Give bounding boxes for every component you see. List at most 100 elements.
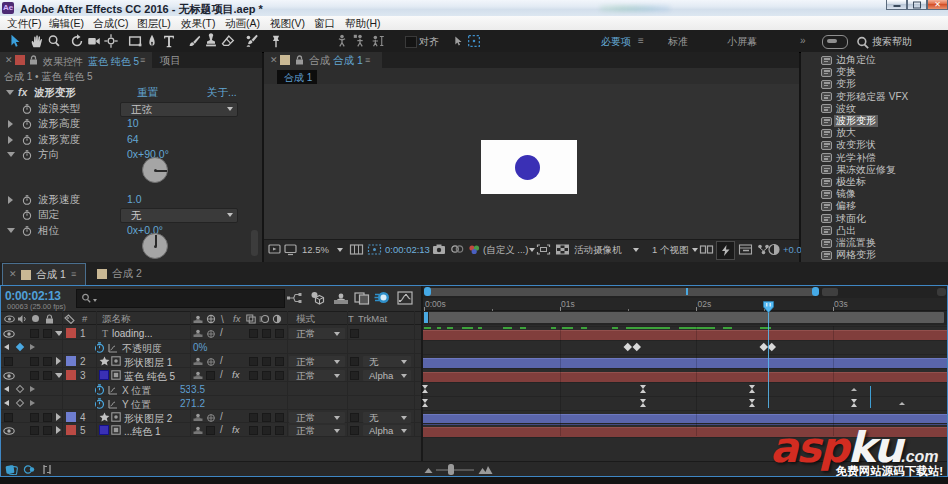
video-eye-icon[interactable] — [3, 427, 15, 435]
stopwatch-icon[interactable] — [22, 104, 32, 114]
workspace-overflow-chevron[interactable]: » — [800, 35, 806, 46]
menu-help[interactable]: 帮助(H) — [338, 16, 388, 30]
tab-effect-controls[interactable]: ✕ 效果控件 蓝色 纯色 5 ≡ — [0, 52, 152, 68]
pan-behind-tool[interactable] — [103, 32, 121, 50]
t-checkbox[interactable] — [350, 371, 359, 380]
motion-blur-cell[interactable] — [262, 426, 271, 435]
navigator-end-handle[interactable] — [812, 287, 819, 296]
help-search-label[interactable]: 搜索帮助 — [872, 35, 912, 49]
next-keyframe-arrow[interactable] — [30, 386, 35, 392]
wave-type-dropdown[interactable]: 正弦 — [120, 102, 238, 117]
roto-brush-tool[interactable] — [244, 32, 262, 50]
keyframe-indicator-off[interactable] — [16, 384, 24, 392]
pen-tool[interactable] — [144, 32, 162, 50]
expand-layer-icon[interactable] — [56, 413, 61, 421]
toggle-transfer-icon[interactable] — [23, 464, 36, 475]
zoom-tool[interactable] — [46, 32, 64, 50]
effect-item[interactable]: 边角定位 — [801, 54, 948, 66]
viewer-tab-comp1[interactable]: 合成 1 — [277, 70, 317, 84]
menu-edit[interactable]: 编辑(E) — [42, 16, 91, 30]
navigator-start-handle[interactable] — [424, 287, 431, 296]
zoom-slider-thumb[interactable] — [448, 464, 454, 475]
effect-item[interactable]: 网格变形 — [801, 249, 948, 261]
expand-icon[interactable] — [8, 196, 13, 204]
next-keyframe-arrow[interactable] — [30, 344, 35, 350]
shy-switch-icon[interactable] — [193, 371, 203, 380]
about-link[interactable]: 关于... — [207, 85, 237, 101]
channels-icon[interactable] — [467, 243, 481, 256]
effect-item[interactable]: 改变形状 — [801, 139, 948, 151]
pixel-aspect-icon[interactable] — [699, 243, 714, 256]
draft-3d-icon[interactable] — [309, 290, 326, 306]
shy-switch-icon[interactable] — [193, 413, 203, 422]
trkmat-dropdown[interactable]: 无 — [363, 356, 411, 367]
region-of-interest-icon[interactable] — [536, 243, 551, 256]
property-value[interactable]: 10 — [127, 116, 139, 132]
close-button[interactable]: ✕ — [927, 0, 948, 10]
prev-keyframe-arrow[interactable] — [4, 400, 9, 406]
keyframe-hourglass[interactable] — [422, 403, 428, 407]
quality-switch[interactable]: / — [220, 369, 223, 380]
phase-dial[interactable] — [142, 233, 168, 259]
menu-layer[interactable]: 图层(L) — [130, 16, 178, 30]
frame-blending-icon[interactable] — [354, 291, 370, 305]
layer-row[interactable]: 1Tloading.../正常 — [0, 326, 421, 340]
keyframe-hourglass[interactable] — [749, 403, 755, 407]
selection-tool[interactable] — [7, 32, 25, 50]
grid-guides-icon[interactable] — [349, 243, 364, 256]
effect-item[interactable]: 极坐标 — [801, 176, 948, 188]
effect-item[interactable]: 凸出 — [801, 225, 948, 237]
source-name-column[interactable]: 源名称 — [102, 313, 131, 326]
panel-menu-icon[interactable]: ≡ — [71, 269, 76, 279]
video-eye-icon[interactable] — [3, 330, 15, 338]
composition-viewer[interactable] — [264, 84, 799, 240]
effect-item[interactable]: 变换 — [801, 66, 948, 78]
layer-label-swatch[interactable] — [66, 328, 76, 338]
timeline-tab-comp1[interactable]: ✕ 合成 1 ≡ — [2, 263, 86, 285]
collapse-switch-icon[interactable] — [206, 329, 216, 339]
scrollbar-thumb[interactable] — [251, 230, 258, 256]
effect-item[interactable]: 变形 — [801, 78, 948, 90]
quality-switch[interactable]: / — [220, 424, 223, 435]
main-viewer-icon[interactable] — [284, 243, 298, 256]
puppet-pin-tool[interactable] — [268, 32, 286, 50]
collapse-switch-icon[interactable] — [206, 357, 216, 367]
mode-dropdown[interactable]: 正常 — [289, 328, 345, 339]
frame-blend-cell[interactable] — [249, 413, 258, 422]
shy-switch-icon[interactable] — [193, 426, 203, 435]
close-tab-icon[interactable]: ✕ — [270, 55, 278, 65]
stopwatch-icon[interactable] — [22, 150, 32, 160]
threed-cell[interactable] — [275, 413, 284, 422]
trkmat-dropdown[interactable]: Alpha — [363, 370, 411, 381]
direction-dial[interactable] — [142, 157, 168, 183]
motion-blur-cell[interactable] — [262, 329, 271, 338]
threed-cell[interactable] — [275, 371, 284, 380]
effect-item[interactable]: 变形稳定器 VFX — [801, 91, 948, 103]
fast-previews-button[interactable] — [716, 241, 735, 260]
workspace-standard[interactable]: 标准 — [668, 35, 688, 49]
solo-toggle[interactable] — [30, 329, 39, 338]
mode-dropdown[interactable]: 正常 — [289, 425, 345, 436]
prev-keyframe-arrow[interactable] — [4, 386, 9, 392]
effect-item-selected[interactable]: 波形变形 — [801, 115, 948, 127]
comp-timecode[interactable]: 0:00:02:13 — [385, 244, 430, 255]
frame-blend-cell[interactable] — [249, 357, 258, 366]
maximize-button[interactable] — [907, 0, 927, 10]
toggle-inout-icon[interactable] — [41, 464, 53, 475]
keyframe-indicator-off[interactable] — [16, 398, 24, 406]
graph-toggle-icon[interactable] — [108, 385, 118, 395]
menu-effect[interactable]: 效果(T) — [174, 16, 222, 30]
motion-blur-cell[interactable] — [262, 357, 271, 366]
menu-view[interactable]: 视图(V) — [263, 16, 312, 30]
text-tool[interactable] — [161, 32, 179, 50]
layer-name[interactable]: ...纯色 1 — [124, 425, 161, 439]
always-preview-icon[interactable] — [268, 243, 282, 256]
property-row[interactable]: Y 位置271.2 — [0, 396, 421, 410]
motion-blur-cell[interactable] — [262, 371, 271, 380]
expand-icon[interactable] — [8, 136, 13, 144]
timeline-button-icon[interactable] — [738, 243, 753, 256]
motion-blur-icon[interactable] — [374, 290, 390, 305]
threed-cell[interactable] — [275, 329, 284, 338]
work-area-bar[interactable] — [424, 312, 944, 323]
stopwatch-icon[interactable] — [22, 135, 32, 145]
